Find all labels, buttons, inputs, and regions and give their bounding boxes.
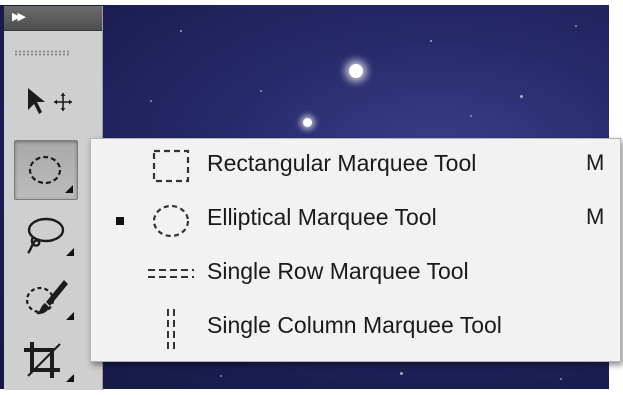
- star: [470, 115, 472, 117]
- crop-icon: [24, 342, 74, 382]
- menu-item-label: Rectangular Marquee Tool: [207, 150, 477, 176]
- quick-selection-tool-button[interactable]: [14, 274, 76, 324]
- move-tool-button[interactable]: [14, 78, 76, 128]
- star: [560, 378, 562, 380]
- selected-indicator-icon: [116, 217, 124, 225]
- move-arrow-icon: [28, 88, 72, 114]
- elliptical-marquee-icon: [152, 204, 190, 238]
- elliptical-marquee-icon: [28, 155, 73, 193]
- panel-grip[interactable]: [14, 50, 70, 56]
- star: [303, 118, 312, 127]
- single-column-marquee-icon: [167, 309, 175, 349]
- lasso-icon: [27, 217, 74, 256]
- quick-selection-brush-icon: [25, 280, 74, 320]
- menu-item-shortcut: M: [586, 204, 605, 229]
- menu-item-single-row-marquee[interactable]: Single Row Marquee Tool: [91, 247, 620, 301]
- star: [575, 25, 577, 27]
- star: [150, 100, 152, 102]
- menu-item-single-column-marquee[interactable]: Single Column Marquee Tool: [91, 301, 620, 355]
- rectangular-marquee-icon: [152, 149, 190, 183]
- star: [180, 30, 182, 32]
- single-row-marquee-icon: [148, 269, 194, 278]
- menu-item-label: Elliptical Marquee Tool: [207, 204, 437, 230]
- menu-item-rectangular-marquee[interactable]: Rectangular Marquee Tool M: [91, 139, 620, 193]
- star: [220, 375, 222, 377]
- marquee-tool-flyout-menu: Rectangular Marquee Tool M Elliptical Ma…: [90, 138, 621, 362]
- star: [260, 90, 262, 92]
- tools-panel: ▶▶: [4, 6, 103, 390]
- crop-tool-button[interactable]: [14, 336, 76, 386]
- star: [520, 95, 523, 98]
- marquee-tool-button[interactable]: [14, 140, 78, 200]
- star: [400, 372, 403, 375]
- collapse-panel-icon[interactable]: ▶▶: [12, 9, 26, 25]
- menu-item-shortcut: M: [586, 150, 605, 175]
- window-edge: [0, 0, 623, 5]
- panel-header: ▶▶: [4, 6, 102, 31]
- lasso-tool-button[interactable]: [14, 210, 76, 260]
- star: [430, 40, 432, 42]
- menu-item-elliptical-marquee[interactable]: Elliptical Marquee Tool M: [91, 193, 620, 247]
- menu-item-label: Single Row Marquee Tool: [207, 258, 469, 284]
- star: [349, 64, 363, 78]
- menu-item-label: Single Column Marquee Tool: [207, 312, 502, 338]
